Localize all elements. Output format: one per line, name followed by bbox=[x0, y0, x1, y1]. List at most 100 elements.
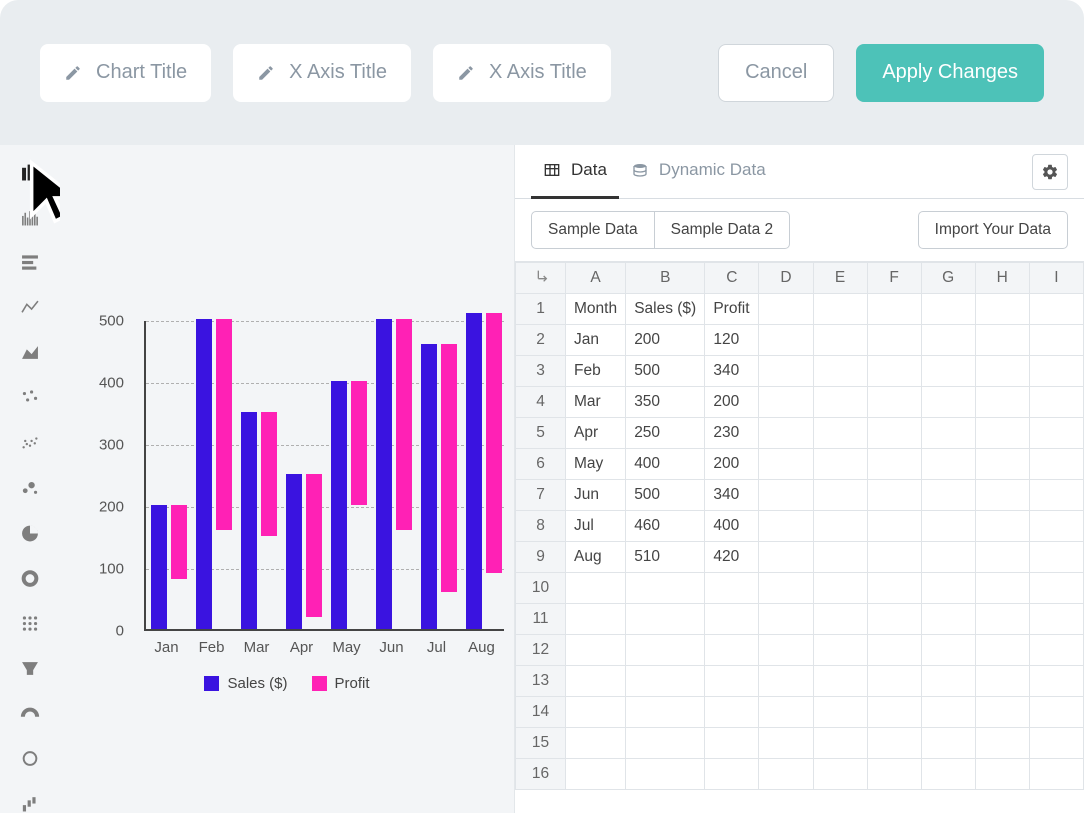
cell[interactable] bbox=[705, 573, 759, 604]
cell[interactable] bbox=[921, 728, 975, 759]
cell[interactable] bbox=[813, 418, 867, 449]
sheet-corner[interactable] bbox=[516, 263, 566, 294]
cell[interactable] bbox=[759, 418, 813, 449]
cell[interactable] bbox=[921, 449, 975, 480]
row-header[interactable]: 1 bbox=[516, 294, 566, 325]
cell[interactable] bbox=[975, 356, 1029, 387]
cell[interactable]: 500 bbox=[626, 480, 705, 511]
cell[interactable] bbox=[705, 604, 759, 635]
cell[interactable] bbox=[759, 759, 813, 790]
cell[interactable]: Aug bbox=[566, 542, 626, 573]
cell[interactable] bbox=[1029, 697, 1083, 728]
cell[interactable] bbox=[813, 604, 867, 635]
cell[interactable] bbox=[975, 387, 1029, 418]
cell[interactable] bbox=[975, 449, 1029, 480]
cell[interactable] bbox=[813, 728, 867, 759]
cell[interactable]: Feb bbox=[566, 356, 626, 387]
cell[interactable] bbox=[867, 573, 921, 604]
cell[interactable] bbox=[759, 635, 813, 666]
cell[interactable] bbox=[759, 697, 813, 728]
cell[interactable] bbox=[921, 480, 975, 511]
cell[interactable] bbox=[975, 542, 1029, 573]
cell[interactable]: 510 bbox=[626, 542, 705, 573]
col-header[interactable]: C bbox=[705, 263, 759, 294]
cell[interactable] bbox=[626, 728, 705, 759]
settings-button[interactable] bbox=[1032, 154, 1068, 190]
cell[interactable]: 250 bbox=[626, 418, 705, 449]
col-header[interactable]: E bbox=[813, 263, 867, 294]
cell[interactable]: 340 bbox=[705, 356, 759, 387]
col-header[interactable]: G bbox=[921, 263, 975, 294]
cell[interactable] bbox=[867, 635, 921, 666]
cell[interactable] bbox=[759, 325, 813, 356]
cell[interactable] bbox=[813, 635, 867, 666]
area-chart-icon[interactable] bbox=[17, 343, 43, 362]
cell[interactable] bbox=[867, 480, 921, 511]
cancel-button[interactable]: Cancel bbox=[718, 44, 834, 102]
col-header[interactable]: F bbox=[867, 263, 921, 294]
cell[interactable] bbox=[1029, 449, 1083, 480]
cell[interactable] bbox=[921, 635, 975, 666]
cell[interactable] bbox=[759, 356, 813, 387]
cell[interactable] bbox=[921, 325, 975, 356]
cell[interactable]: 400 bbox=[705, 511, 759, 542]
cell[interactable] bbox=[813, 449, 867, 480]
cell[interactable] bbox=[1029, 604, 1083, 635]
scatter-icon[interactable] bbox=[17, 433, 43, 452]
cell[interactable]: 420 bbox=[705, 542, 759, 573]
cell[interactable] bbox=[1029, 387, 1083, 418]
cell[interactable] bbox=[705, 697, 759, 728]
cell[interactable] bbox=[867, 542, 921, 573]
cell[interactable] bbox=[921, 759, 975, 790]
bar-chart-icon[interactable] bbox=[17, 163, 43, 182]
row-header[interactable]: 3 bbox=[516, 356, 566, 387]
cell[interactable] bbox=[1029, 542, 1083, 573]
cell[interactable] bbox=[705, 759, 759, 790]
cell[interactable] bbox=[975, 666, 1029, 697]
cell[interactable] bbox=[759, 480, 813, 511]
cell[interactable] bbox=[626, 635, 705, 666]
cell[interactable] bbox=[975, 480, 1029, 511]
cell[interactable] bbox=[975, 604, 1029, 635]
row-header[interactable]: 4 bbox=[516, 387, 566, 418]
cell[interactable]: 200 bbox=[626, 325, 705, 356]
gauge-icon[interactable] bbox=[17, 704, 43, 723]
cell[interactable] bbox=[921, 697, 975, 728]
cell[interactable] bbox=[921, 511, 975, 542]
cell[interactable] bbox=[975, 697, 1029, 728]
cell[interactable] bbox=[813, 542, 867, 573]
row-header[interactable]: 15 bbox=[516, 728, 566, 759]
col-header[interactable]: A bbox=[566, 263, 626, 294]
row-header[interactable]: 16 bbox=[516, 759, 566, 790]
col-header[interactable]: I bbox=[1029, 263, 1083, 294]
col-header[interactable]: B bbox=[626, 263, 705, 294]
cell[interactable] bbox=[975, 418, 1029, 449]
funnel-icon[interactable] bbox=[17, 659, 43, 678]
row-header[interactable]: 12 bbox=[516, 635, 566, 666]
cell[interactable] bbox=[1029, 356, 1083, 387]
row-header[interactable]: 10 bbox=[516, 573, 566, 604]
scatter-sparse-icon[interactable] bbox=[17, 388, 43, 407]
cell[interactable] bbox=[867, 697, 921, 728]
cell[interactable] bbox=[867, 294, 921, 325]
bubble-icon[interactable] bbox=[17, 478, 43, 497]
cell[interactable] bbox=[921, 356, 975, 387]
col-header[interactable]: H bbox=[975, 263, 1029, 294]
col-header[interactable]: D bbox=[759, 263, 813, 294]
row-header[interactable]: 14 bbox=[516, 697, 566, 728]
cell[interactable] bbox=[921, 387, 975, 418]
cell[interactable] bbox=[921, 604, 975, 635]
cell[interactable]: 120 bbox=[705, 325, 759, 356]
cell[interactable]: 350 bbox=[626, 387, 705, 418]
cell[interactable]: Jan bbox=[566, 325, 626, 356]
cell[interactable] bbox=[626, 697, 705, 728]
spreadsheet[interactable]: ABCDEFGHI1MonthSales ($)Profit2Jan200120… bbox=[515, 261, 1084, 813]
cell[interactable]: Mar bbox=[566, 387, 626, 418]
cell[interactable]: May bbox=[566, 449, 626, 480]
cell[interactable] bbox=[867, 511, 921, 542]
horizontal-bar-icon[interactable] bbox=[17, 253, 43, 272]
sample-data-1-button[interactable]: Sample Data bbox=[531, 211, 655, 249]
cell[interactable]: Month bbox=[566, 294, 626, 325]
cell[interactable] bbox=[813, 356, 867, 387]
cell[interactable] bbox=[1029, 480, 1083, 511]
